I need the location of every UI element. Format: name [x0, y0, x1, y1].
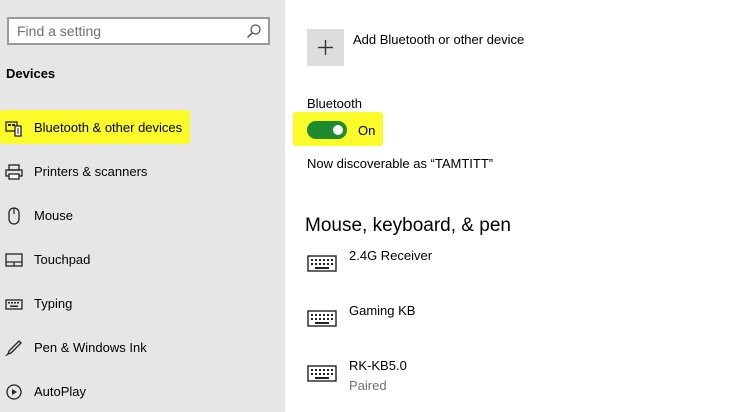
toggle-state-label: On — [358, 123, 376, 138]
bluetooth-title: Bluetooth — [307, 96, 362, 111]
keyboard-icon — [307, 365, 337, 382]
keyboard-icon — [5, 299, 23, 310]
keyboard-icon — [307, 310, 337, 327]
printer-icon — [5, 164, 23, 180]
sidebar-item-label: Mouse — [34, 208, 74, 223]
device-item[interactable]: Gaming KB — [285, 303, 750, 349]
sidebar-item-label: Printers & scanners — [34, 164, 148, 179]
sidebar-item-typing[interactable]: Typing — [0, 286, 285, 322]
touchpad-icon — [5, 253, 23, 267]
sidebar-item-autoplay[interactable]: AutoPlay — [0, 374, 285, 410]
sidebar-item-pen[interactable]: Pen & Windows Ink — [0, 330, 285, 366]
search-box[interactable]: Find a setting — [7, 17, 270, 45]
device-item[interactable]: RK-KB5.0 Paired — [285, 358, 750, 404]
toggle-knob — [333, 125, 343, 135]
add-device-button[interactable] — [307, 29, 344, 66]
device-name: Gaming KB — [349, 303, 416, 318]
main-content: Add Bluetooth or other device Bluetooth … — [285, 0, 750, 412]
autoplay-icon — [6, 384, 22, 400]
search-input[interactable]: Find a setting — [17, 23, 101, 39]
pen-icon — [5, 340, 22, 356]
plus-icon — [318, 40, 333, 55]
sidebar-item-touchpad[interactable]: Touchpad — [0, 242, 285, 278]
sidebar-item-mouse[interactable]: Mouse — [0, 198, 285, 234]
device-item[interactable]: 2.4G Receiver — [285, 248, 750, 294]
device-name: RK-KB5.0 — [349, 358, 407, 373]
sidebar-item-label: Typing — [34, 296, 73, 311]
sidebar: Find a setting Devices Bluetooth & other… — [0, 0, 285, 412]
section-title: Devices — [6, 66, 56, 81]
search-icon[interactable] — [246, 23, 262, 39]
device-name: 2.4G Receiver — [349, 248, 433, 263]
sidebar-item-label: AutoPlay — [34, 384, 87, 399]
device-status: Paired — [349, 378, 387, 393]
bluetooth-devices-icon — [5, 121, 22, 137]
devices-heading: Mouse, keyboard, & pen — [305, 215, 511, 236]
sidebar-item-label: Bluetooth & other devices — [34, 120, 183, 135]
sidebar-item-label: Pen & Windows Ink — [34, 340, 147, 355]
sidebar-item-bluetooth[interactable]: Bluetooth & other devices — [0, 110, 285, 146]
sidebar-item-printers[interactable]: Printers & scanners — [0, 154, 285, 190]
add-device-label[interactable]: Add Bluetooth or other device — [353, 32, 524, 47]
mouse-icon — [8, 207, 20, 225]
keyboard-icon — [307, 255, 337, 272]
discoverable-text: Now discoverable as “TAMTITT” — [307, 156, 494, 171]
bluetooth-toggle[interactable] — [307, 121, 347, 139]
sidebar-item-label: Touchpad — [34, 252, 91, 267]
